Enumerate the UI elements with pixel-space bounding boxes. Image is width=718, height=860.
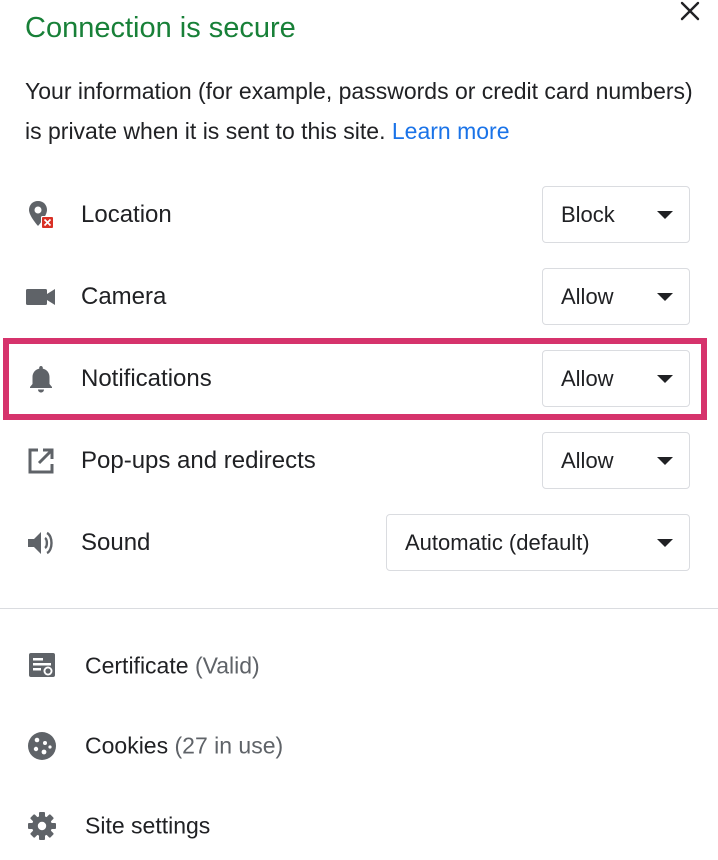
dropdown-arrow-icon bbox=[657, 538, 673, 547]
select-value: Block bbox=[561, 201, 615, 227]
cookies-row[interactable]: Cookies (27 in use) bbox=[0, 716, 718, 776]
select-value: Allow bbox=[561, 283, 614, 309]
security-description: Your information (for example, passwords… bbox=[25, 71, 705, 151]
site-settings-row[interactable]: Site settings bbox=[0, 796, 718, 856]
external-link-icon bbox=[25, 445, 57, 477]
location-select[interactable]: Block bbox=[542, 186, 690, 243]
certificate-row[interactable]: Certificate (Valid) bbox=[0, 636, 718, 696]
notifications-select[interactable]: Allow bbox=[542, 350, 690, 407]
info-title: Cookies bbox=[85, 732, 169, 759]
learn-more-link[interactable]: Learn more bbox=[392, 118, 510, 144]
info-subtitle: (27 in use) bbox=[174, 732, 284, 759]
site-settings-label: Site settings bbox=[85, 813, 210, 840]
info-subtitle: (Valid) bbox=[194, 652, 260, 679]
permission-row-notifications: Notifications Allow bbox=[0, 338, 718, 420]
permission-label: Notifications bbox=[81, 365, 212, 392]
permission-row-camera: Camera Allow bbox=[0, 256, 718, 338]
cookies-label: Cookies (27 in use) bbox=[85, 733, 283, 760]
info-title: Site settings bbox=[85, 812, 211, 839]
permission-label: Camera bbox=[81, 283, 167, 310]
certificate-label: Certificate (Valid) bbox=[85, 653, 260, 680]
permission-row-location: Location Block bbox=[0, 174, 718, 256]
select-value: Automatic (default) bbox=[405, 529, 590, 555]
location-blocked-icon bbox=[25, 199, 57, 231]
permission-row-sound: Sound Automatic (default) bbox=[0, 502, 718, 584]
dropdown-arrow-icon bbox=[657, 210, 673, 219]
permission-row-popups: Pop-ups and redirects Allow bbox=[0, 420, 718, 502]
select-value: Allow bbox=[561, 365, 614, 391]
select-value: Allow bbox=[561, 447, 614, 473]
dropdown-arrow-icon bbox=[657, 292, 673, 301]
camera-icon bbox=[25, 281, 57, 313]
cookie-icon bbox=[26, 730, 58, 762]
description-text: Your information (for example, passwords… bbox=[25, 78, 693, 144]
close-icon bbox=[680, 1, 700, 21]
permission-label: Pop-ups and redirects bbox=[81, 447, 316, 474]
permission-label: Sound bbox=[81, 529, 151, 556]
divider bbox=[0, 608, 718, 609]
permission-label: Location bbox=[81, 201, 172, 228]
certificate-icon bbox=[26, 650, 58, 682]
speaker-icon bbox=[25, 527, 57, 559]
camera-select[interactable]: Allow bbox=[542, 268, 690, 325]
dropdown-arrow-icon bbox=[657, 374, 673, 383]
bell-icon bbox=[25, 363, 57, 395]
sound-select[interactable]: Automatic (default) bbox=[386, 514, 690, 571]
gear-icon bbox=[26, 810, 58, 842]
close-button[interactable] bbox=[676, 0, 704, 22]
info-title: Certificate bbox=[85, 652, 189, 679]
page-title: Connection is secure bbox=[25, 12, 296, 44]
dropdown-arrow-icon bbox=[657, 456, 673, 465]
popups-select[interactable]: Allow bbox=[542, 432, 690, 489]
